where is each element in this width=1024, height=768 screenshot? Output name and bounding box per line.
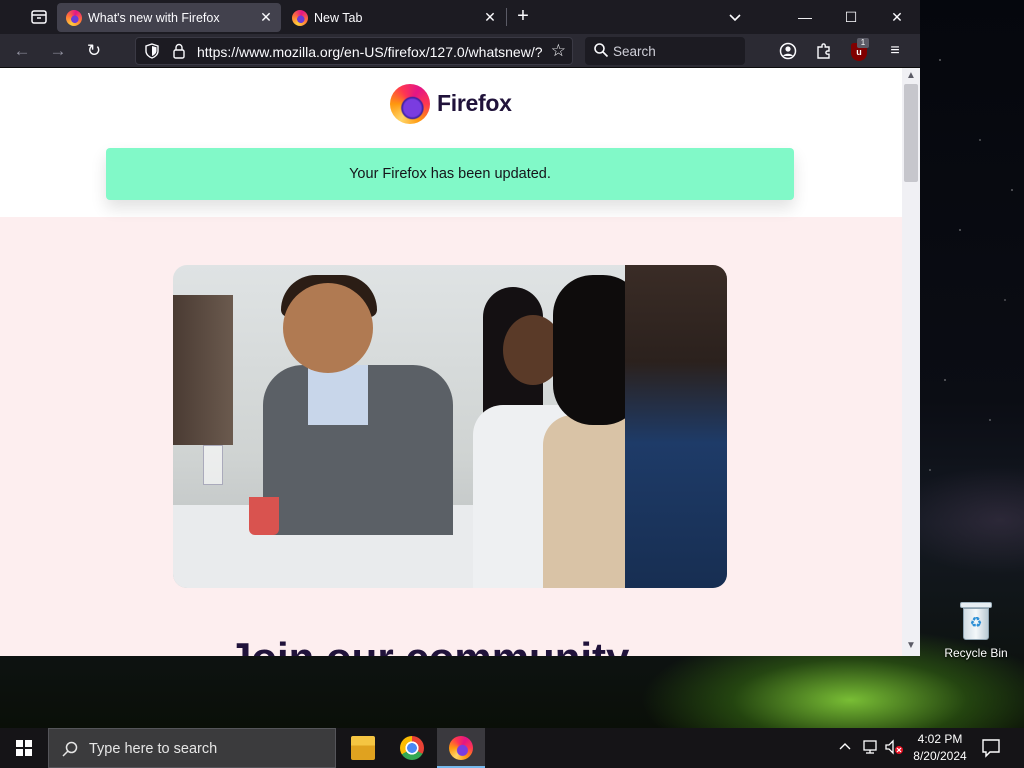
close-tab-icon[interactable]: ✕ xyxy=(257,8,275,26)
scroll-down-icon[interactable]: ▼ xyxy=(905,640,917,652)
lock-icon[interactable] xyxy=(172,43,186,59)
puzzle-icon xyxy=(817,43,830,59)
taskbar-file-explorer[interactable] xyxy=(339,728,387,768)
firefox-view-button[interactable] xyxy=(28,7,50,27)
tab-title: What's new with Firefox xyxy=(88,11,220,25)
chevron-down-icon xyxy=(729,14,741,22)
taskbar-chrome[interactable] xyxy=(388,728,436,768)
speaker-muted-icon xyxy=(885,739,903,755)
tab-title: New Tab xyxy=(314,11,363,25)
new-tab-button[interactable]: + xyxy=(512,6,534,28)
tab-new-tab[interactable]: New Tab ✕ xyxy=(283,3,505,32)
taskbar-search-box[interactable]: Type here to search xyxy=(48,728,336,768)
firefox-icon xyxy=(449,736,473,760)
update-notice: Your Firefox has been updated. xyxy=(106,148,794,200)
taskbar-search-placeholder: Type here to search xyxy=(89,741,218,757)
recycle-bin-shortcut[interactable]: ♻ Recycle Bin xyxy=(940,600,1012,660)
account-button[interactable] xyxy=(776,39,800,63)
firefox-window: What's new with Firefox ✕ New Tab ✕ + — … xyxy=(0,0,920,656)
network-icon xyxy=(863,740,877,754)
tab-whats-new[interactable]: What's new with Firefox ✕ xyxy=(57,3,281,32)
firefox-favicon-icon xyxy=(292,10,308,26)
list-all-tabs-button[interactable] xyxy=(724,7,746,27)
address-bar[interactable]: https://www.mozilla.org/en-US/firefox/12… xyxy=(135,37,573,65)
close-window-button[interactable]: ✕ xyxy=(874,0,920,34)
reload-button[interactable]: ↻ xyxy=(81,39,107,63)
volume-control[interactable] xyxy=(884,739,904,768)
url-text[interactable]: https://www.mozilla.org/en-US/firefox/12… xyxy=(197,44,547,60)
search-bar[interactable]: Search xyxy=(585,37,745,65)
extension-badge-count: 1 xyxy=(857,38,869,48)
search-placeholder: Search xyxy=(613,44,656,59)
close-tab-icon[interactable]: ✕ xyxy=(481,8,499,26)
back-button[interactable]: ← xyxy=(9,39,35,63)
bookmark-star-icon[interactable]: ☆ xyxy=(551,41,566,61)
brand-name: Firefox xyxy=(437,90,512,116)
start-button[interactable] xyxy=(0,728,48,768)
maximize-button[interactable]: ☐ xyxy=(828,0,874,34)
search-icon xyxy=(62,741,78,757)
recycle-bin-label: Recycle Bin xyxy=(944,646,1008,660)
notification-icon xyxy=(982,739,1000,758)
network-status[interactable] xyxy=(862,739,880,768)
firefox-view-icon xyxy=(31,10,47,24)
community-photo xyxy=(173,265,727,588)
recycle-bin-icon: ♻ xyxy=(959,600,993,640)
taskbar: Type here to search 4:02 PM 8/20/2024 xyxy=(0,728,1024,768)
tab-strip: What's new with Firefox ✕ New Tab ✕ + — … xyxy=(0,0,920,34)
account-icon xyxy=(779,42,797,60)
chrome-icon xyxy=(400,736,424,760)
page-content: Firefox Your Firefox has been updated. J… xyxy=(0,68,902,656)
firefox-favicon-icon xyxy=(66,10,82,26)
extensions-button[interactable] xyxy=(812,39,836,63)
chevron-up-icon xyxy=(839,743,851,750)
scroll-up-icon[interactable]: ▲ xyxy=(905,70,917,82)
clock-time: 4:02 PM xyxy=(917,732,963,746)
section-heading: Join our community xyxy=(228,634,629,656)
navigation-toolbar: ← → ↻ https://www.mozilla.org/en-US/fire… xyxy=(0,34,920,68)
tab-separator xyxy=(506,8,507,26)
tracking-protection-shield-icon[interactable] xyxy=(144,43,160,59)
app-menu-button[interactable]: ≡ xyxy=(883,39,907,63)
windows-logo-icon xyxy=(16,740,32,756)
search-icon xyxy=(594,43,609,58)
forward-button[interactable]: → xyxy=(45,39,71,63)
ublock-extension-button[interactable]: u 1 xyxy=(850,38,869,62)
page-scrollbar[interactable]: ▲ ▼ xyxy=(902,68,920,656)
folder-icon xyxy=(351,736,375,760)
firefox-logo-icon xyxy=(390,84,430,124)
minimize-button[interactable]: — xyxy=(782,0,828,34)
scroll-thumb[interactable] xyxy=(904,84,918,182)
clock-date: 8/20/2024 xyxy=(913,749,967,763)
taskbar-firefox[interactable] xyxy=(437,728,485,768)
system-clock[interactable]: 4:02 PM 8/20/2024 xyxy=(905,731,975,765)
show-hidden-icons-button[interactable] xyxy=(838,739,854,768)
action-center-button[interactable] xyxy=(978,736,1004,760)
